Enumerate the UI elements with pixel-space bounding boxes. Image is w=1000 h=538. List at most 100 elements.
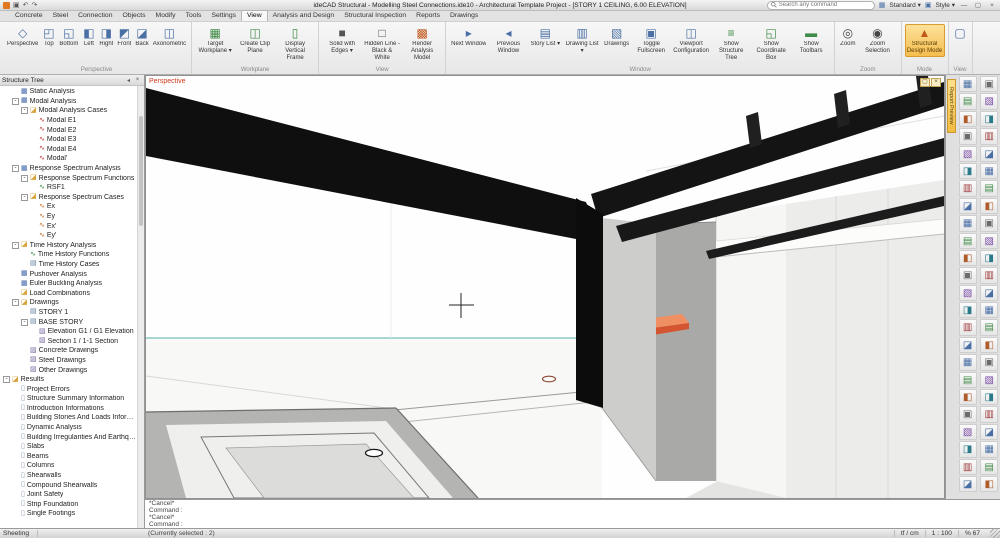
tool-icon[interactable]: ◧: [959, 111, 977, 127]
structural-design-mode-button[interactable]: ▲Structural Design Mode: [905, 24, 945, 57]
tool-icon[interactable]: ◧: [959, 250, 977, 266]
tab-modify[interactable]: Modify: [151, 11, 181, 21]
tool-icon[interactable]: ▥: [959, 459, 977, 475]
close-button[interactable]: ×: [987, 2, 997, 9]
hidden-line-black-white-button[interactable]: □Hidden Line - Black & White: [362, 24, 402, 64]
tree-item-concrete-drawings[interactable]: +▨Concrete Drawings: [0, 346, 137, 356]
tab-drawings[interactable]: Drawings: [445, 11, 483, 21]
create-clip-plane-button[interactable]: ◫Create Clip Plane: [235, 24, 275, 57]
tool-icon[interactable]: ▤: [959, 233, 977, 249]
tree-item-building-stories-and-loads-information[interactable]: +▯Building Stories And Loads Information: [0, 413, 137, 423]
tool-icon[interactable]: ▦: [959, 76, 977, 92]
tool-icon[interactable]: ▣: [980, 76, 998, 92]
tool-icon[interactable]: ▣: [980, 215, 998, 231]
tool-icon[interactable]: ◪: [959, 198, 977, 214]
tool-icon[interactable]: ▥: [980, 267, 998, 283]
command-search-box[interactable]: [767, 1, 875, 10]
left-button[interactable]: ◧Left: [80, 24, 97, 50]
expander-icon[interactable]: -: [3, 376, 10, 383]
tab-tools[interactable]: Tools: [181, 11, 207, 21]
back-button[interactable]: ◪Back: [133, 24, 150, 50]
tool-icon[interactable]: ▦: [980, 441, 998, 457]
toggle-fullscreen-button[interactable]: ▣Toggle Fullscreen: [631, 24, 671, 57]
tool-icon[interactable]: ◪: [959, 337, 977, 353]
tree-item-single-footings[interactable]: +▯Single Footings: [0, 509, 137, 519]
tab-concrete[interactable]: Concrete: [10, 11, 48, 21]
tree-item-pushover-analysis[interactable]: +▦Pushover Analysis: [0, 269, 137, 279]
show-toolbars-button[interactable]: ▬Show Toolbars: [791, 24, 831, 57]
tool-icon[interactable]: ◧: [980, 198, 998, 214]
tree-item-static-analysis[interactable]: +▦Static Analysis: [0, 87, 137, 97]
tree-item-base-story[interactable]: -▤BASE STORY: [0, 317, 137, 327]
tab-objects[interactable]: Objects: [117, 11, 150, 21]
viewport-close-icon[interactable]: ×: [931, 78, 941, 87]
tool-icon[interactable]: ◨: [959, 163, 977, 179]
show-structure-tree-button[interactable]: ≡Show Structure Tree: [711, 24, 751, 64]
style-swatch-icon[interactable]: ▣: [925, 1, 932, 10]
tool-icon[interactable]: ▤: [980, 459, 998, 475]
bottom-button[interactable]: ◱Bottom: [57, 24, 80, 50]
tree-item-beams[interactable]: +▯Beams: [0, 452, 137, 462]
tree-item-shearwalls[interactable]: +▯Shearwalls: [0, 471, 137, 481]
solid-with-edges-button[interactable]: ■Solid with Edges ▾: [322, 24, 362, 57]
app-logo-icon[interactable]: [3, 2, 10, 9]
expander-icon[interactable]: -: [21, 107, 28, 114]
tool-icon[interactable]: ◨: [980, 389, 998, 405]
tree-item-building-irregularities-and-earthquake[interactable]: +▯Building Irregularities And Earthquake: [0, 432, 137, 442]
expander-icon[interactable]: -: [21, 194, 28, 201]
resize-grip[interactable]: [990, 529, 1000, 538]
tree-item-ex[interactable]: +∿Ex: [0, 202, 137, 212]
tool-icon[interactable]: ▤: [959, 93, 977, 109]
story-list-button[interactable]: ▤Story List ▾: [528, 24, 562, 50]
perspective-button[interactable]: ◇Perspective: [5, 24, 40, 50]
right-button[interactable]: ◨Right: [97, 24, 115, 50]
tree-item-project-errors[interactable]: +▯Project Errors: [0, 384, 137, 394]
top-button[interactable]: ◰Top: [40, 24, 57, 50]
minimize-button[interactable]: —: [959, 2, 969, 9]
tab-view[interactable]: View: [241, 10, 268, 21]
tool-icon[interactable]: ▥: [980, 128, 998, 144]
tool-icon[interactable]: ▦: [959, 215, 977, 231]
tool-icon[interactable]: ▣: [980, 354, 998, 370]
tool-icon[interactable]: ▤: [980, 180, 998, 196]
viewport-3d[interactable]: Perspective ▢ ×: [145, 75, 945, 499]
report-preview-tab[interactable]: Report Preview: [947, 79, 956, 133]
expander-icon[interactable]: -: [12, 98, 19, 105]
ribbon-button[interactable]: ▢: [952, 24, 969, 43]
expander-icon[interactable]: -: [21, 319, 28, 326]
front-button[interactable]: ◩Front: [115, 24, 133, 50]
expander-icon[interactable]: -: [12, 165, 19, 172]
viewport-configuration-button[interactable]: ◫Viewport Configuration: [671, 24, 711, 57]
display-vertical-frame-button[interactable]: ▯Display Vertical Frame: [275, 24, 315, 64]
tree-item-time-history-cases[interactable]: +▤Time History Cases: [0, 260, 137, 270]
tree-item-strip-foundation[interactable]: +▯Strip Foundation: [0, 500, 137, 510]
drawing-list-button[interactable]: ▥Drawing List ▾: [562, 24, 602, 57]
tool-icon[interactable]: ▣: [959, 128, 977, 144]
tool-icon[interactable]: ▥: [959, 180, 977, 196]
tool-icon[interactable]: ▧: [980, 93, 998, 109]
tool-icon[interactable]: ◧: [959, 389, 977, 405]
save-icon[interactable]: ▣: [13, 1, 20, 10]
show-coordinate-box-button[interactable]: ◱Show Coordinate Box: [751, 24, 791, 64]
tab-reports[interactable]: Reports: [411, 11, 445, 21]
zoom-selection-button[interactable]: ◉Zoom Selection: [858, 24, 898, 57]
tool-icon[interactable]: ▧: [980, 233, 998, 249]
maximize-button[interactable]: ▢: [973, 1, 983, 9]
tool-icon[interactable]: ▦: [959, 354, 977, 370]
tab-connection[interactable]: Connection: [73, 11, 117, 21]
search-input[interactable]: [779, 2, 871, 8]
tool-icon[interactable]: ▣: [959, 406, 977, 422]
tool-icon[interactable]: ▤: [959, 372, 977, 388]
walls[interactable]: [656, 180, 944, 498]
tree-item-modal-e1[interactable]: +∿Modal E1: [0, 116, 137, 126]
tool-icon[interactable]: ▦: [980, 163, 998, 179]
command-line-panel[interactable]: *Cancel*Command :*Cancel*Command :: [145, 499, 1000, 528]
tree-item-time-history-analysis[interactable]: -◪Time History Analysis: [0, 241, 137, 251]
tab-structural-inspection[interactable]: Structural Inspection: [339, 11, 411, 21]
tree-item-ey[interactable]: +∿Ey': [0, 231, 137, 241]
tree-item-results[interactable]: -◪Results: [0, 375, 137, 385]
tree-item-steel-drawings[interactable]: +▨Steel Drawings: [0, 356, 137, 366]
tree-scrollbar[interactable]: [137, 86, 144, 528]
tool-icon[interactable]: ◪: [980, 146, 998, 162]
zoom-button[interactable]: ◎Zoom: [838, 24, 857, 50]
